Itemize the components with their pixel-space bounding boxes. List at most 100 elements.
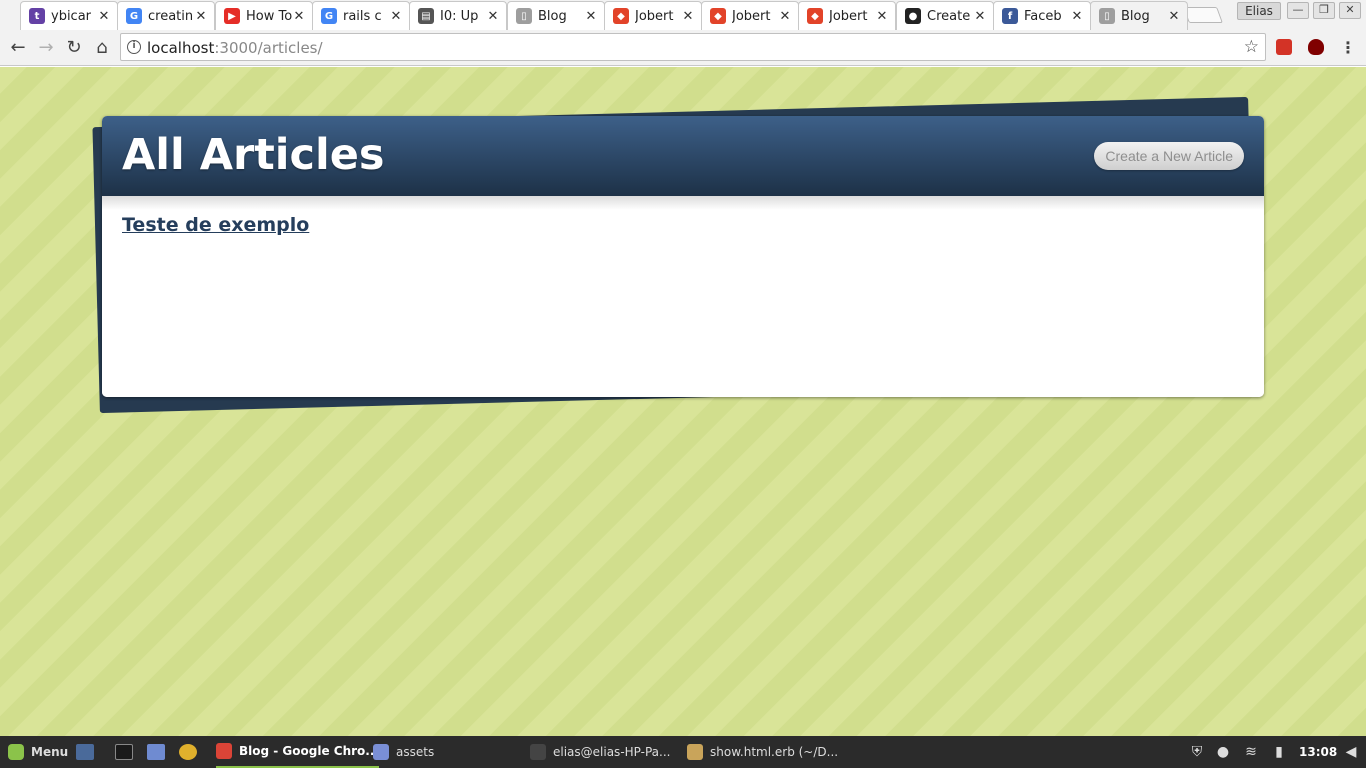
ublock-icon[interactable] [1308, 39, 1324, 55]
tab-strip: Elias — ❐ ✕ t ybicar ✕ Gcreatin ✕ ▶ How To ✕ Gra… [0, 0, 1366, 30]
taskbar-window[interactable]: elias@elias-HP-Pa... [530, 736, 670, 768]
page-title: All Articles [122, 130, 385, 180]
tab-title: I0: Up [440, 8, 479, 24]
gitlab-icon: ◆ [807, 8, 823, 24]
shield-icon[interactable]: ⛨ [1189, 744, 1205, 760]
close-tab-icon[interactable]: ✕ [389, 9, 403, 24]
browser-tab[interactable]: ▶ How To ✕ [215, 1, 313, 30]
google-icon: G [321, 8, 337, 24]
browser-toolbar: ← → ↻ ⌂ i localhost:3000/articles/ ☆ ⋮ [0, 30, 1366, 66]
url-text: localhost:3000/articles/ [147, 39, 323, 57]
page-icon: ▯ [1099, 8, 1115, 24]
create-article-button[interactable]: Create a New Article [1094, 142, 1244, 170]
user-icon[interactable]: ● [1215, 744, 1231, 760]
close-tab-icon[interactable]: ✕ [486, 9, 500, 24]
taskbar-window-label: elias@elias-HP-Pa... [553, 745, 671, 759]
browser-menu-icon[interactable]: ⋮ [1340, 39, 1356, 57]
clock[interactable]: 13:08 [1299, 736, 1337, 768]
card-header: All Articles Create a New Article [102, 116, 1264, 196]
book-icon: ▤ [418, 8, 434, 24]
facebook-icon: f [1002, 8, 1018, 24]
start-menu-label: Menu [31, 745, 69, 759]
chrome-icon [216, 743, 232, 759]
tab-title: rails c [343, 8, 382, 24]
browser-tab[interactable]: Gcreatin ✕ [117, 1, 215, 30]
close-tab-icon[interactable]: ✕ [1167, 9, 1181, 24]
article-list: Teste de exemplo [102, 196, 1264, 397]
address-bar[interactable]: i localhost:3000/articles/ ☆ [120, 33, 1266, 61]
terminal-launcher-icon[interactable] [115, 744, 133, 760]
minimize-button[interactable]: — [1287, 2, 1309, 19]
taskbar-window[interactable]: assets [373, 736, 434, 768]
close-tab-icon[interactable]: ✕ [292, 9, 306, 24]
article-link[interactable]: Teste de exemplo [122, 214, 309, 236]
twitch-icon: t [29, 8, 45, 24]
close-tab-icon[interactable]: ✕ [194, 9, 208, 24]
battery-icon[interactable]: ▮ [1271, 744, 1287, 760]
forward-icon[interactable]: → [35, 37, 57, 59]
show-desktop-icon[interactable] [76, 744, 94, 760]
gitlab-icon: ◆ [710, 8, 726, 24]
browser-tab[interactable]: ▤ I0: Up ✕ [409, 1, 507, 30]
reload-icon[interactable]: ↻ [63, 37, 85, 59]
url-host: localhost [147, 39, 215, 57]
start-menu-button[interactable]: Menu [8, 736, 68, 768]
new-tab-button[interactable] [1183, 7, 1223, 23]
text-editor-icon [687, 744, 703, 760]
wifi-icon[interactable]: ≋ [1243, 744, 1259, 760]
taskbar-window-label: assets [396, 745, 435, 759]
extension-icon[interactable] [1276, 39, 1292, 55]
terminal-icon [530, 744, 546, 760]
back-icon[interactable]: ← [7, 37, 29, 59]
google-icon: G [126, 8, 142, 24]
home-icon[interactable]: ⌂ [91, 37, 113, 59]
mint-logo-icon [8, 744, 24, 760]
close-tab-icon[interactable]: ✕ [973, 9, 987, 24]
close-tab-icon[interactable]: ✕ [584, 9, 598, 24]
close-tab-icon[interactable]: ✕ [1070, 9, 1084, 24]
tab-title: Blog [538, 8, 567, 24]
gitlab-icon: ◆ [613, 8, 629, 24]
github-icon: ● [905, 8, 921, 24]
browser-tab[interactable]: ● Create ✕ [896, 1, 994, 30]
close-tab-icon[interactable]: ✕ [875, 9, 889, 24]
browser-tab[interactable]: Grails c ✕ [312, 1, 410, 30]
bookmark-star-icon[interactable]: ☆ [1244, 37, 1259, 57]
chrome-launcher-icon[interactable] [179, 744, 197, 760]
folder-icon [373, 744, 389, 760]
page-viewport: All Articles Create a New Article Teste … [0, 67, 1366, 736]
browser-tab[interactable]: ◆ Jobert ✕ [604, 1, 702, 30]
browser-tab[interactable]: t ybicar ✕ [20, 1, 118, 30]
taskbar: Menu Blog - Google Chro... assets elias@el… [0, 736, 1366, 768]
tab-title: Blog [1121, 8, 1150, 24]
browser-tab[interactable]: ◆ Jobert ✕ [701, 1, 799, 30]
tab-title: creatin [148, 8, 194, 24]
tab-title: Jobert [829, 8, 868, 24]
files-launcher-icon[interactable] [147, 744, 165, 760]
page-icon: ▯ [516, 8, 532, 24]
volume-icon[interactable]: ◀ [1343, 744, 1359, 760]
taskbar-window-label: Blog - Google Chro... [239, 744, 379, 758]
tab-title: Create [927, 8, 971, 24]
tab-title: Jobert [732, 8, 771, 24]
close-window-button[interactable]: ✕ [1339, 2, 1361, 19]
browser-tab[interactable]: f Faceb ✕ [993, 1, 1091, 30]
browser-tab[interactable]: ▯ Blog ✕ [1090, 1, 1188, 30]
close-tab-icon[interactable]: ✕ [97, 9, 111, 24]
articles-card: All Articles Create a New Article Teste … [102, 116, 1264, 397]
youtube-icon: ▶ [224, 8, 240, 24]
close-tab-icon[interactable]: ✕ [778, 9, 792, 24]
info-icon[interactable]: i [127, 40, 141, 54]
tab-title: How To [246, 8, 292, 24]
taskbar-window[interactable]: show.html.erb (~/D... [687, 736, 838, 768]
tab-title: ybicar [51, 8, 92, 24]
close-tab-icon[interactable]: ✕ [681, 9, 695, 24]
restore-button[interactable]: ❐ [1313, 2, 1335, 19]
url-path: :3000/articles/ [214, 39, 323, 57]
profile-button[interactable]: Elias [1237, 2, 1281, 20]
tab-title: Faceb [1024, 8, 1062, 24]
browser-tab[interactable]: ▯ Blog ✕ [507, 1, 605, 30]
taskbar-window-label: show.html.erb (~/D... [710, 745, 839, 759]
taskbar-window[interactable]: Blog - Google Chro... [216, 736, 379, 768]
browser-tab[interactable]: ◆ Jobert ✕ [798, 1, 896, 30]
